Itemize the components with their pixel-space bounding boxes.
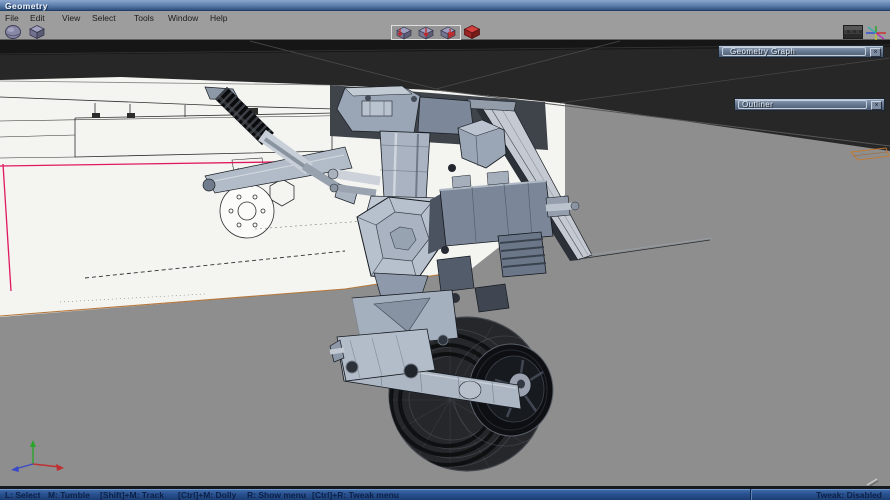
- shortcut-ctrl-tweak: [Ctrl]+R: Tweak menu: [312, 490, 399, 500]
- cube-mode-icon-3[interactable]: [438, 26, 458, 40]
- axis-star-icon[interactable]: [865, 25, 887, 41]
- wire-cube-icon[interactable]: [27, 25, 47, 39]
- shortcut-left-select: L: Select: [5, 490, 41, 500]
- cube-mode-icon-1[interactable]: [394, 26, 414, 40]
- menu-tools[interactable]: Tools: [134, 13, 154, 23]
- cube-mode-icon-2[interactable]: [416, 26, 436, 40]
- selection-mode-group: [391, 25, 461, 40]
- viewport-resize-grip[interactable]: [864, 477, 879, 486]
- red-cube-icon[interactable]: [462, 25, 482, 39]
- panel-geometry-graph-close-icon[interactable]: ×: [870, 48, 881, 57]
- panel-outliner[interactable]: Outliner ×: [734, 98, 885, 111]
- panel-outliner-close-icon[interactable]: ×: [871, 101, 882, 110]
- toolbar: [0, 23, 890, 40]
- application-window: Geometry File Edit View Select Tools Win…: [0, 0, 890, 500]
- window-title: Geometry: [5, 1, 48, 11]
- menu-file[interactable]: File: [5, 13, 19, 23]
- status-bar: L: Select M: Tumble [Shift]+M: Track [Ct…: [0, 489, 890, 500]
- rounded-cube-icon[interactable]: [4, 25, 24, 39]
- tweak-status-cell: Tweak: Disabled: [750, 489, 890, 500]
- menu-view[interactable]: View: [62, 13, 80, 23]
- tweak-status: Tweak: Disabled: [816, 490, 882, 500]
- shortcut-right-menu: R: Show menu: [247, 490, 307, 500]
- shortcut-shift-track: [Shift]+M: Track: [100, 490, 164, 500]
- panel-geometry-graph-title: Geometry Graph: [730, 47, 796, 56]
- shortcut-ctrl-dolly: [Ctrl]+M: Dolly: [178, 490, 237, 500]
- panel-geometry-graph[interactable]: Geometry Graph ×: [718, 45, 884, 58]
- menu-help[interactable]: Help: [210, 13, 227, 23]
- menu-edit[interactable]: Edit: [30, 13, 45, 23]
- shortcut-middle-tumble: M: Tumble: [48, 490, 90, 500]
- menu-select[interactable]: Select: [92, 13, 116, 23]
- menu-bar: File Edit View Select Tools Window Help: [0, 11, 890, 23]
- shaded-swatch-icon[interactable]: [843, 25, 863, 39]
- window-title-bar[interactable]: Geometry: [0, 0, 890, 11]
- panel-outliner-title: Outliner: [742, 100, 774, 109]
- menu-window[interactable]: Window: [168, 13, 198, 23]
